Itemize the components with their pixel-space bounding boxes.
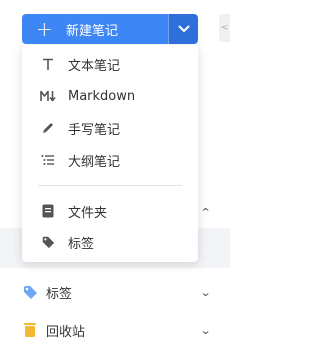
menu-item-text-note[interactable]: 文本笔记	[22, 49, 198, 79]
sidebar-item-trash[interactable]: 回收站 ⌄	[0, 315, 230, 345]
chevron-up-icon[interactable]: ⌃	[200, 206, 212, 219]
new-note-split-button[interactable]: + 新建笔记	[22, 14, 198, 44]
markdown-icon	[40, 88, 56, 104]
chevron-down-icon	[178, 25, 189, 32]
menu-item-label: 大纲笔记	[68, 154, 121, 170]
menu-item-label: Markdown	[68, 88, 136, 104]
collapse-sidebar-tab[interactable]: <	[219, 14, 230, 42]
tag-icon	[24, 286, 37, 299]
menu-item-markdown[interactable]: Markdown	[22, 81, 198, 111]
sidebar-item-label: 标签	[46, 286, 73, 302]
outline-list-icon	[40, 152, 56, 168]
menu-item-label: 手写笔记	[68, 122, 121, 138]
chevron-down-icon[interactable]: ⌄	[200, 324, 212, 337]
tag-icon	[40, 234, 56, 250]
new-note-menu: 文本笔记 Markdown 手写笔记 大纲笔记 文件夹 标签	[22, 45, 198, 262]
sidebar-item-tags[interactable]: 标签 ⌄	[0, 277, 230, 307]
menu-item-label: 标签	[68, 236, 95, 252]
trash-icon	[24, 323, 36, 337]
menu-divider	[38, 185, 182, 186]
menu-item-folder[interactable]: 文件夹	[22, 196, 198, 226]
menu-item-outline-note[interactable]: 大纲笔记	[22, 145, 198, 175]
menu-item-label: 文本笔记	[68, 58, 121, 74]
pen-icon	[40, 120, 56, 136]
chevron-down-icon[interactable]: ⌄	[200, 286, 212, 299]
menu-item-handwriting-note[interactable]: 手写笔记	[22, 113, 198, 143]
plus-icon: +	[36, 17, 53, 41]
menu-item-tag[interactable]: 标签	[22, 227, 198, 257]
text-T-icon	[40, 56, 56, 72]
folder-doc-icon	[40, 203, 56, 219]
new-note-dropdown-button[interactable]	[168, 14, 198, 44]
new-note-button[interactable]: + 新建笔记	[22, 14, 168, 44]
new-note-label: 新建笔记	[66, 23, 119, 39]
sidebar-item-label: 回收站	[46, 324, 86, 340]
menu-item-label: 文件夹	[68, 205, 108, 221]
